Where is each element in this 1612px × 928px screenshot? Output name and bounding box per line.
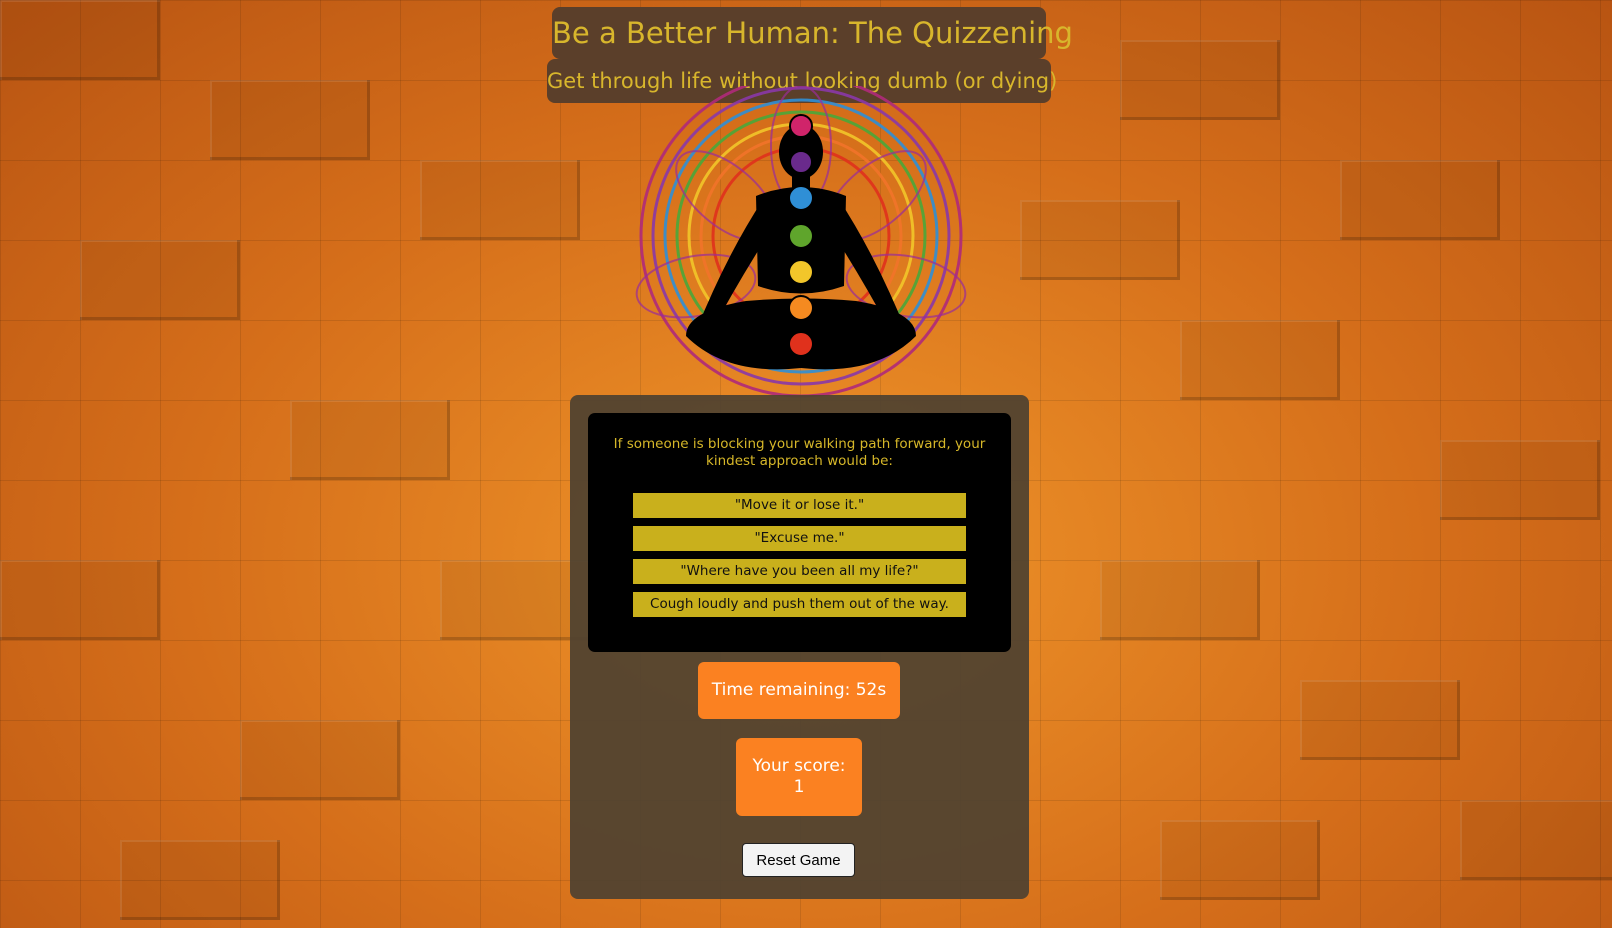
reset-game-button[interactable]: Reset Game	[742, 843, 855, 877]
answer-option-1[interactable]: "Move it or lose it."	[633, 493, 966, 518]
question-card: If someone is blocking your walking path…	[588, 413, 1011, 652]
score-value: 1	[793, 777, 805, 797]
page-title: Be a Better Human: The Quizzening	[552, 7, 1073, 59]
meditating-figure-chakra-mandala-icon	[635, 86, 967, 398]
quiz-panel: If someone is blocking your walking path…	[570, 395, 1029, 899]
answer-option-2[interactable]: "Excuse me."	[633, 526, 966, 551]
time-remaining-display: Time remaining: 52s	[698, 662, 900, 719]
score-display: Your score: 1	[736, 738, 862, 816]
score-label: Your score:	[752, 756, 846, 776]
question-text: If someone is blocking your walking path…	[613, 436, 986, 469]
answer-option-3[interactable]: "Where have you been all my life?"	[633, 559, 966, 584]
answer-option-4[interactable]: Cough loudly and push them out of the wa…	[633, 592, 966, 617]
